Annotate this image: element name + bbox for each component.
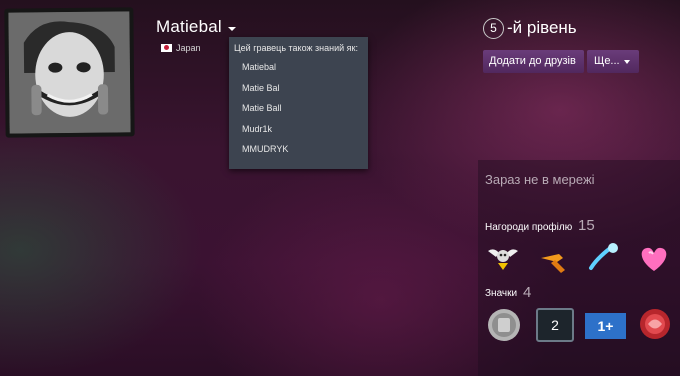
- chevron-down-icon[interactable]: [228, 27, 236, 31]
- alias-item: Matie Bal: [242, 82, 280, 93]
- badge-one-plus[interactable]: 1+: [585, 313, 626, 339]
- winged-skull-award-icon[interactable]: [486, 243, 520, 273]
- orange-whistle-award-icon[interactable]: [537, 246, 571, 276]
- alias-item: Matiebal: [242, 62, 277, 72]
- level-label: -й рівень: [507, 18, 577, 37]
- persona-name[interactable]: Matiebal: [156, 17, 222, 37]
- level-badge[interactable]: 5: [483, 18, 504, 39]
- more-button-label: Ще...: [594, 55, 620, 67]
- alias-item: Matie Ball: [242, 103, 282, 113]
- location-text: Japan: [176, 43, 201, 53]
- avatar[interactable]: [8, 11, 131, 134]
- badges-label[interactable]: Значки: [485, 288, 517, 299]
- chevron-down-icon: [624, 60, 630, 64]
- alias-item: MMUDRYK: [242, 144, 289, 154]
- alias-list: Matiebal Matie Bal Matie Ball Mudr1k MMU…: [234, 60, 368, 163]
- badge-two[interactable]: 2: [536, 308, 574, 342]
- online-status: Зараз не в мережі: [485, 172, 595, 187]
- comet-award-icon[interactable]: [587, 242, 621, 272]
- japan-flag-icon: [161, 44, 172, 52]
- badges-count: 4: [523, 284, 532, 301]
- alias-popup: Цей гравець також знаний як: Matiebal Ma…: [229, 37, 368, 169]
- awards-count: 15: [578, 217, 595, 234]
- silver-coin-badge-icon[interactable]: [485, 308, 523, 342]
- add-friend-button[interactable]: Додати до друзів: [483, 50, 584, 73]
- red-seal-badge-icon[interactable]: [636, 307, 674, 341]
- location: Japan: [161, 43, 201, 53]
- heart-award-icon[interactable]: [637, 243, 671, 273]
- avatar-frame: [4, 7, 135, 138]
- alias-item: Mudr1k: [242, 123, 273, 134]
- alias-popup-title: Цей гравець також знаний як:: [234, 43, 358, 53]
- awards-label[interactable]: Нагороди профілю: [485, 222, 572, 233]
- more-button[interactable]: Ще...: [587, 50, 639, 73]
